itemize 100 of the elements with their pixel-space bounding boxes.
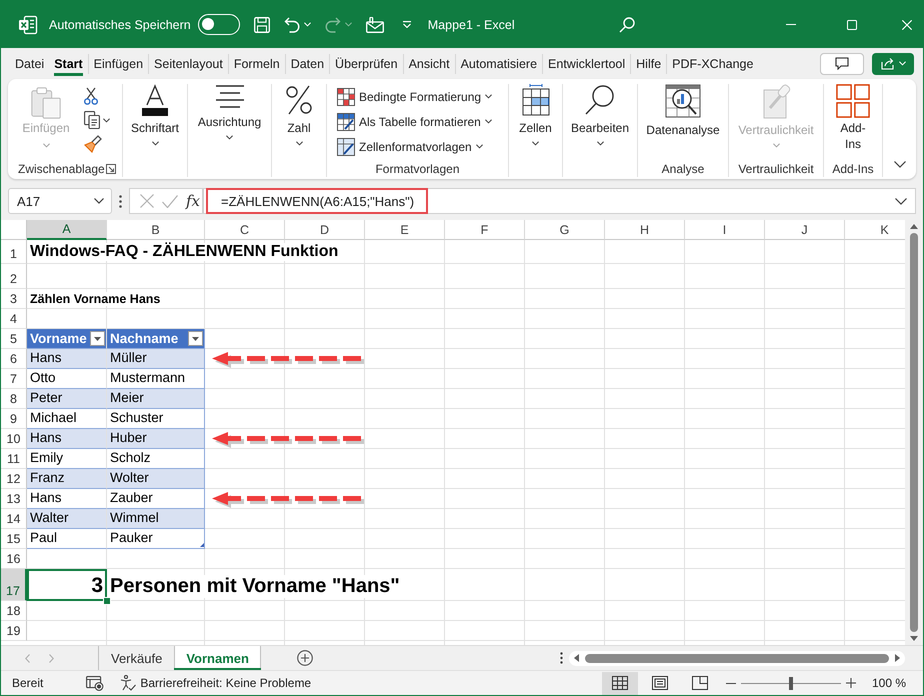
more-icon[interactable] bbox=[119, 194, 122, 208]
table-cell: Zauber bbox=[107, 489, 205, 509]
page-break-icon bbox=[692, 676, 708, 690]
share-icon bbox=[880, 57, 894, 70]
caret-icon[interactable] bbox=[402, 21, 412, 28]
table-brush-icon bbox=[337, 112, 355, 130]
ribbon-tab[interactable]: Seitenlayout bbox=[148, 54, 228, 74]
ribbon-button[interactable]: Schriftart bbox=[123, 84, 187, 146]
copy-icon[interactable] bbox=[84, 111, 100, 129]
ribbon-tab[interactable]: Automatisiere bbox=[454, 54, 542, 74]
column-header[interactable]: C bbox=[205, 220, 285, 240]
vertical-scrollbar[interactable] bbox=[905, 220, 923, 645]
column-header[interactable]: A bbox=[27, 220, 107, 240]
page-layout-icon bbox=[652, 676, 668, 690]
fill-handle[interactable] bbox=[103, 597, 111, 605]
four-squares-icon bbox=[836, 84, 870, 118]
comments-button[interactable] bbox=[820, 52, 864, 74]
close-icon[interactable] bbox=[902, 20, 912, 30]
dialog-launcher-icon[interactable] bbox=[106, 164, 116, 174]
maximize-icon[interactable] bbox=[847, 20, 857, 30]
ribbon-button[interactable]: Add-Ins bbox=[824, 84, 882, 161]
autosave-toggle[interactable] bbox=[198, 14, 240, 35]
sheet-tab[interactable]: Verkäufe bbox=[99, 646, 174, 670]
ribbon-tab[interactable]: Einfügen bbox=[88, 54, 148, 74]
column-header[interactable]: G bbox=[525, 220, 605, 240]
header-text: Vorname bbox=[30, 331, 87, 346]
column-header[interactable]: I bbox=[685, 220, 765, 240]
share-button[interactable] bbox=[872, 52, 914, 74]
search-icon[interactable] bbox=[618, 16, 635, 32]
ribbon-tab[interactable]: Daten bbox=[284, 54, 330, 74]
ribbon-tab[interactable]: Entwicklertool bbox=[542, 54, 630, 74]
clipboard-icon bbox=[29, 86, 63, 120]
sheet-title: Windows-FAQ - ZÄHLENWENN Funktion bbox=[30, 243, 338, 261]
column-header[interactable]: F bbox=[445, 220, 525, 240]
ribbon-tab[interactable]: Datei bbox=[10, 54, 50, 74]
formula-field[interactable]: =ZÄHLENWENN(A6:A15;"Hans") bbox=[203, 188, 916, 214]
table-cell: Emily bbox=[27, 449, 107, 469]
table-cell: Franz bbox=[27, 469, 107, 489]
ribbon-menu-button[interactable]: Zellenformatvorlagen bbox=[337, 134, 483, 159]
zoom-level[interactable]: 100 % bbox=[872, 676, 906, 690]
column-header[interactable]: E bbox=[365, 220, 445, 240]
envelope-icon[interactable] bbox=[366, 16, 384, 32]
resize-handle-icon[interactable] bbox=[200, 543, 204, 547]
sheet-heading: Zählen Vorname Hans bbox=[30, 292, 160, 306]
scroll-thumb[interactable] bbox=[585, 654, 889, 662]
sheet-tab[interactable]: Vornamen bbox=[174, 646, 261, 670]
grid-icon bbox=[612, 676, 628, 690]
zoom-slider-thumb[interactable] bbox=[788, 676, 793, 690]
caret-icon bbox=[898, 61, 906, 66]
filter-dropdown-button[interactable] bbox=[90, 331, 105, 346]
spreadsheet-logo-icon[interactable] bbox=[18, 14, 38, 34]
sheet-record-icon[interactable] bbox=[86, 676, 104, 690]
caret-icon[interactable] bbox=[103, 118, 110, 122]
ribbon-button[interactable]: Zahl bbox=[272, 84, 326, 146]
right-arrow-icon[interactable] bbox=[895, 654, 900, 662]
chevron-down-icon[interactable] bbox=[894, 161, 906, 168]
add-sheet-icon[interactable] bbox=[296, 650, 313, 666]
ribbon-button[interactable]: Zellen bbox=[509, 84, 562, 146]
ribbon-button[interactable]: Bearbeiten bbox=[563, 84, 637, 146]
column-header[interactable]: D bbox=[285, 220, 365, 240]
table-cell: Walter bbox=[27, 509, 107, 529]
plus-icon[interactable] bbox=[846, 678, 856, 688]
paintbrush-icon[interactable] bbox=[84, 135, 102, 153]
accessibility-button[interactable]: Barrierefreiheit: Keine Probleme bbox=[120, 675, 312, 691]
window-title: Mappe1 - Excel bbox=[428, 18, 515, 32]
more-icon[interactable] bbox=[560, 652, 563, 664]
ribbon-tab[interactable]: Formeln bbox=[228, 54, 285, 74]
ribbon-tab[interactable]: Hilfe bbox=[630, 54, 666, 74]
table-cell: Wolter bbox=[107, 469, 205, 489]
letter-a-icon bbox=[139, 84, 171, 116]
down-arrow-icon[interactable] bbox=[910, 636, 918, 641]
table-cell: Hans bbox=[27, 349, 107, 369]
ribbon-button[interactable]: Ausrichtung bbox=[188, 84, 271, 140]
ribbon-menu-button[interactable]: Bedingte Formatierung bbox=[337, 84, 492, 109]
column-header[interactable]: B bbox=[107, 220, 205, 240]
insert-function-button[interactable]: fx bbox=[186, 192, 200, 210]
ribbon-tab[interactable]: PDF-XChange bbox=[666, 54, 758, 74]
ribbon-button[interactable]: Datenanalyse bbox=[638, 84, 728, 161]
column-header[interactable]: H bbox=[605, 220, 685, 240]
scroll-thumb[interactable] bbox=[910, 233, 918, 632]
highlighted-grid-icon bbox=[337, 88, 355, 106]
view-button[interactable] bbox=[602, 672, 638, 694]
ribbon-tab[interactable]: Ansicht bbox=[402, 54, 455, 74]
table-cells-icon bbox=[520, 84, 552, 116]
caret-icon[interactable] bbox=[895, 198, 907, 204]
table-cell: Paul bbox=[27, 529, 107, 549]
table-cell: Huber bbox=[107, 429, 205, 449]
scissors-icon[interactable] bbox=[84, 87, 98, 105]
filter-dropdown-button[interactable] bbox=[188, 331, 203, 346]
undo-icon[interactable] bbox=[284, 16, 300, 32]
ribbon-tab[interactable]: Überprüfen bbox=[329, 54, 403, 74]
horizontal-scrollbar[interactable] bbox=[569, 650, 905, 666]
row-header[interactable]: 17 bbox=[1, 569, 27, 601]
column-header[interactable]: J bbox=[765, 220, 845, 240]
table-cell: Müller bbox=[107, 349, 205, 369]
ribbon-menu-button[interactable]: Als Tabelle formatieren bbox=[337, 109, 492, 134]
name-box[interactable]: A17 bbox=[8, 188, 112, 214]
minus-icon[interactable] bbox=[726, 682, 736, 684]
up-arrow-icon[interactable] bbox=[910, 224, 918, 229]
left-arrow-icon[interactable] bbox=[574, 654, 579, 662]
